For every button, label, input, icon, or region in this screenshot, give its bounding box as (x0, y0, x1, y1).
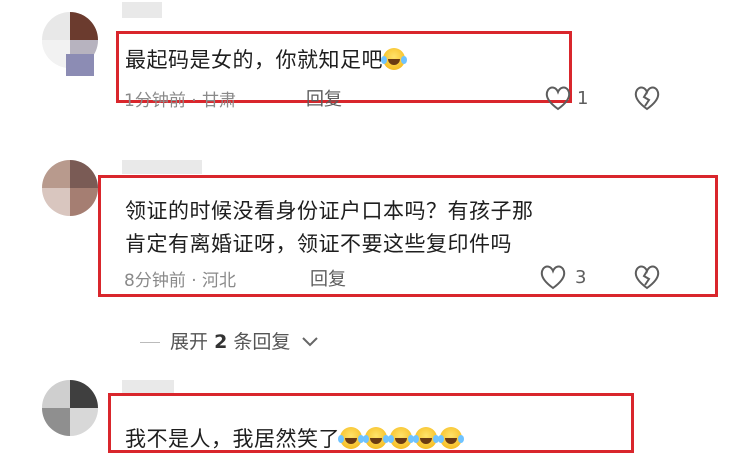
laughing-crying-emoji (381, 48, 405, 70)
expand-replies-button[interactable]: 展开 2 条回复 (140, 327, 320, 354)
reply-button[interactable]: 回复 (310, 265, 346, 291)
username-mosaic[interactable] (66, 54, 94, 76)
laughing-crying-emoji (338, 427, 362, 449)
avatar[interactable] (42, 380, 98, 436)
avatar-mosaic (42, 160, 70, 188)
avatar-mosaic (70, 12, 98, 40)
comment-text-content: 我不是人，我居然笑了 (125, 427, 340, 451)
chevron-down-icon (302, 337, 319, 347)
like-count: 1 (577, 88, 589, 109)
avatar-mosaic (42, 380, 70, 408)
username-mosaic[interactable] (122, 2, 162, 18)
comment-text: 我不是人，我居然笑了 (125, 423, 465, 453)
laughing-crying-emoji (438, 427, 462, 449)
comment-text-content: 最起码是女的，你就知足吧 (125, 48, 383, 72)
avatar-mosaic (70, 408, 98, 436)
broken-heart-icon[interactable] (632, 263, 662, 291)
username-mosaic[interactable] (122, 380, 174, 394)
expand-count: 2 (214, 331, 228, 353)
comment-text-line-1: 领证的时候没看身份证户口本吗？有孩子那 (125, 199, 534, 223)
avatar-mosaic (70, 160, 98, 188)
avatar[interactable] (42, 160, 98, 216)
comment-text-line-2: 肯定有离婚证呀，领证不要这些复印件吗 (125, 232, 512, 256)
avatar-mosaic (70, 188, 98, 216)
laughing-crying-emoji (388, 427, 412, 449)
username-mosaic[interactable] (122, 160, 202, 174)
expand-suffix: 条回复 (233, 331, 291, 353)
comment-text: 最起码是女的，你就知足吧 (125, 44, 408, 74)
broken-heart-icon[interactable] (632, 84, 662, 112)
avatar-mosaic (42, 408, 70, 436)
like-count: 3 (575, 267, 587, 288)
reply-button[interactable]: 回复 (306, 85, 342, 111)
expand-line (140, 342, 160, 343)
avatar-mosaic (70, 380, 98, 408)
laughing-crying-emoji (413, 427, 437, 449)
comment-time-location: 1分钟前 · 甘肃 (124, 91, 237, 111)
heart-icon[interactable] (538, 263, 568, 291)
laughing-crying-emoji (363, 427, 387, 449)
avatar-mosaic (42, 188, 70, 216)
comment-time-location: 8分钟前 · 河北 (124, 271, 237, 291)
heart-icon[interactable] (543, 84, 573, 112)
expand-prefix: 展开 (170, 331, 209, 353)
